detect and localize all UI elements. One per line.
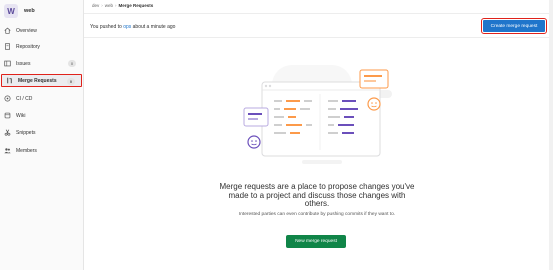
push-banner: You pushed to ops about a minute ago Cre… (84, 14, 553, 38)
sidebar-item-snippets[interactable]: Snippets (0, 126, 84, 139)
sidebar-item-overview[interactable]: Overview (0, 24, 84, 37)
merge-request-icon (6, 77, 13, 84)
breadcrumb-group-link[interactable]: dev (92, 3, 99, 8)
sidebar-item-members[interactable]: Members (0, 144, 84, 157)
scissors-icon (4, 129, 11, 136)
project-name: web (24, 8, 35, 14)
sidebar-item-wiki[interactable]: Wiki (0, 109, 84, 122)
create-merge-request-button[interactable]: Create merge request (481, 18, 547, 34)
project-header[interactable]: W web (4, 3, 35, 19)
breadcrumb: dev › web › Merge Requests (92, 3, 153, 8)
sidebar-item-merge-requests[interactable]: Merge Requests 0 (1, 74, 82, 87)
sidebar-item-label: Snippets (16, 129, 36, 136)
push-message-suffix: about a minute ago (131, 24, 176, 30)
sidebar-item-repository[interactable]: Repository (0, 40, 84, 53)
home-icon (4, 27, 11, 34)
page-scrollbar[interactable] (549, 0, 553, 270)
sidebar-item-label: Wiki (16, 112, 26, 119)
users-icon (4, 147, 11, 154)
sidebar: W web Overview Repository Issues 0 Merge… (0, 0, 84, 270)
issues-count-badge: 0 (68, 60, 76, 67)
breadcrumb-chevron-icon: › (115, 3, 117, 8)
push-message: You pushed to ops about a minute ago (90, 24, 175, 30)
new-merge-request-button[interactable]: New merge request (286, 235, 346, 248)
sidebar-item-issues[interactable]: Issues 0 (0, 57, 84, 70)
empty-state-description: Interested parties can even contribute b… (238, 212, 396, 217)
breadcrumb-current[interactable]: Merge Requests (119, 3, 154, 8)
merge-requests-empty-illustration (232, 60, 402, 170)
sidebar-item-label: Repository (16, 43, 40, 50)
doc-icon (4, 43, 11, 50)
sidebar-item-label: Members (16, 147, 37, 154)
push-message-prefix: You pushed to (90, 24, 124, 30)
sidebar-item-ci-cd[interactable]: CI / CD (0, 92, 84, 105)
project-avatar: W (4, 4, 18, 18)
sidebar-item-label: CI / CD (16, 95, 33, 102)
breadcrumb-project-link[interactable]: web (105, 3, 113, 8)
issues-icon (4, 60, 11, 67)
empty-state-title: Merge requests are a place to propose ch… (219, 182, 415, 208)
book-icon (4, 112, 11, 119)
breadcrumb-chevron-icon: › (101, 3, 103, 8)
rocket-icon (4, 95, 11, 102)
sidebar-item-label: Issues (16, 60, 31, 67)
sidebar-item-label: Overview (16, 27, 37, 34)
main-content: dev › web › Merge Requests You pushed to… (84, 0, 553, 270)
merge-requests-count-badge: 0 (67, 78, 75, 85)
sidebar-item-label: Merge Requests (18, 77, 57, 84)
